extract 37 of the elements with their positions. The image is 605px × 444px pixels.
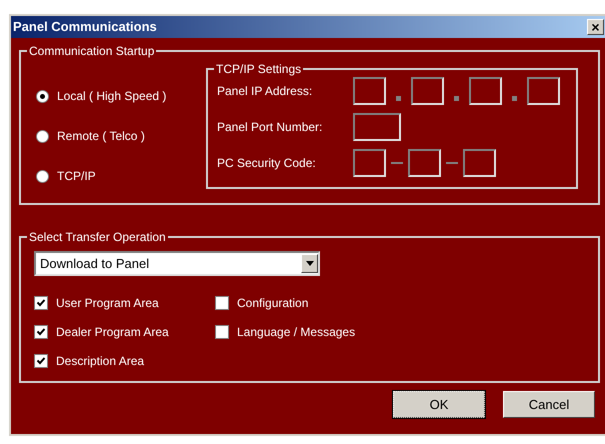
radio-button[interactable] (36, 170, 49, 182)
dash-icon (391, 162, 403, 164)
checkbox-label[interactable]: Description Area (56, 352, 144, 370)
dialog-button[interactable]: Cancel (503, 391, 595, 418)
input-field[interactable] (353, 77, 386, 105)
checkbox-label[interactable]: Dealer Program Area (56, 322, 169, 340)
input-field[interactable] (408, 149, 441, 177)
input-field[interactable] (411, 77, 444, 105)
checkbox-label[interactable]: User Program Area (56, 294, 159, 312)
checkbox[interactable] (34, 324, 48, 338)
input-field[interactable] (469, 77, 502, 105)
field-label: PC Security Code: (217, 155, 317, 172)
radio-label[interactable]: TCP/IP (57, 167, 96, 185)
checkbox[interactable] (34, 354, 48, 368)
radio-label[interactable]: Local ( High Speed ) (57, 87, 166, 105)
close-button[interactable]: × (587, 19, 604, 35)
input-field[interactable] (527, 77, 560, 105)
dialog-button[interactable]: OK (393, 391, 485, 418)
radio-button[interactable] (36, 130, 49, 142)
window-title: Panel Communications (13, 18, 157, 36)
input-field[interactable] (353, 149, 386, 177)
input-field[interactable] (463, 149, 496, 177)
transfer-dropdown[interactable]: Download to Panel (34, 251, 320, 276)
field-label: Panel Port Number: (217, 119, 324, 136)
radio-label[interactable]: Remote ( Telco ) (57, 127, 145, 145)
input-field[interactable] (353, 113, 401, 141)
checkbox-label[interactable]: Configuration (237, 294, 308, 312)
group-title: Communication Startup (28, 45, 156, 57)
checkbox[interactable] (34, 296, 48, 310)
group-title: TCP/IP Settings (215, 63, 302, 75)
dash-icon (446, 162, 458, 164)
radio-button[interactable] (36, 90, 49, 102)
checkbox[interactable] (215, 324, 229, 338)
field-label: Panel IP Address: (217, 83, 314, 100)
group-title: Select Transfer Operation (28, 231, 167, 243)
checkbox-label[interactable]: Language / Messages (237, 322, 356, 340)
checkbox[interactable] (215, 296, 229, 310)
